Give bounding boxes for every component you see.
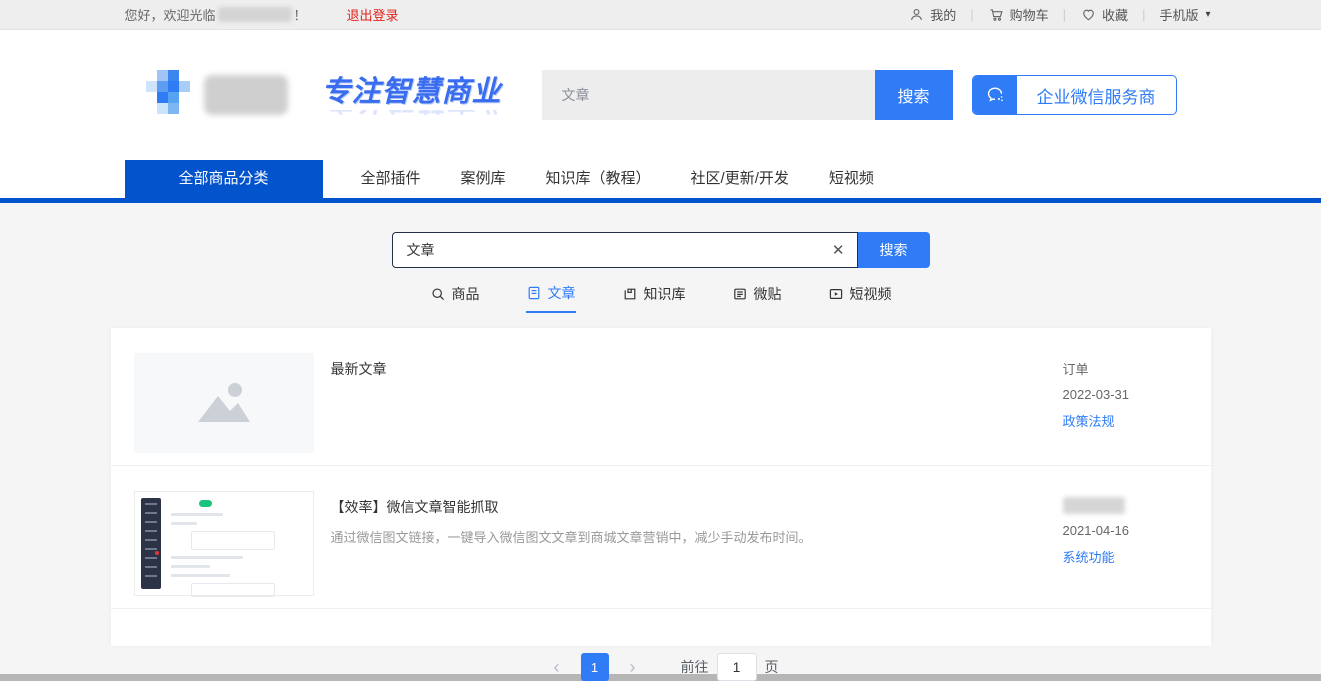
article-icon (526, 285, 542, 301)
tab-label: 微贴 (754, 284, 782, 304)
nav-item-all-categories[interactable]: 全部商品分类 (125, 160, 323, 198)
knowledge-icon (622, 286, 638, 302)
result-title[interactable]: 最新文章 (331, 359, 1043, 379)
result-description: 通过微信图文链接，一键导入微信图文文章到商城文章营销中，减少手动发布时间。 (331, 528, 1043, 548)
clear-icon[interactable]: ✕ (832, 243, 845, 258)
logo-pixel-icon (146, 70, 196, 120)
wecom-chat-icon (973, 75, 1017, 115)
slogan: 专注智慧商业 专注智慧商业 (322, 68, 512, 123)
tab-label: 短视频 (850, 284, 892, 304)
separator: | (1063, 7, 1066, 22)
nav-item-short-video[interactable]: 短视频 (809, 160, 894, 198)
wecom-service-button[interactable]: 企业微信服务商 (972, 75, 1177, 115)
video-icon (828, 286, 844, 302)
thumb-toggle (199, 500, 212, 507)
tab-articles[interactable]: 文章 (526, 282, 576, 313)
result-category-redacted (1063, 497, 1125, 514)
content-search-box: ✕ (392, 232, 858, 268)
username-redacted (218, 7, 292, 22)
main-content: ✕ 搜索 商品 文章 知识库 微贴 (0, 203, 1321, 674)
slogan-text: 专注智慧商业 (322, 76, 502, 108)
result-tag-link[interactable]: 系统功能 (1063, 547, 1188, 566)
result-title[interactable]: 【效率】微信文章智能抓取 (331, 497, 1043, 517)
cart-link[interactable]: 购物车 (988, 5, 1049, 24)
result-thumbnail-placeholder (134, 353, 314, 453)
goto-page-input[interactable] (717, 653, 757, 681)
favorites-label: 收藏 (1102, 5, 1128, 24)
header-search: 搜索 (542, 70, 953, 120)
nav-item-case-library[interactable]: 案例库 (441, 160, 526, 198)
user-icon (908, 6, 925, 23)
tab-products[interactable]: 商品 (430, 282, 480, 313)
nav-item-knowledge-base[interactable]: 知识库（教程） (526, 160, 671, 198)
thumb-badge-dot (155, 551, 159, 555)
nav-item-all-plugins[interactable]: 全部插件 (341, 160, 441, 198)
greeting-suffix: ！ (294, 5, 307, 24)
cart-label: 购物车 (1010, 5, 1049, 24)
tab-label: 商品 (452, 284, 480, 304)
results-card: 最新文章 订单 2022-03-31 政策法规 (111, 328, 1211, 646)
separator: | (970, 7, 973, 22)
content-search-button[interactable]: 搜索 (858, 232, 930, 268)
header-search-input[interactable] (542, 70, 875, 120)
result-category: 订单 (1063, 359, 1188, 378)
thumb-admin-sidebar (141, 498, 161, 589)
next-page-icon[interactable]: › (619, 653, 647, 681)
content-search: ✕ 搜索 (392, 232, 930, 268)
result-row[interactable]: 最新文章 订单 2022-03-31 政策法规 (111, 328, 1211, 466)
image-placeholder-icon (188, 376, 260, 430)
tab-posts[interactable]: 微贴 (732, 282, 782, 313)
tab-short-video[interactable]: 短视频 (828, 282, 892, 313)
result-date: 2022-03-31 (1063, 387, 1188, 402)
tab-label: 知识库 (644, 284, 686, 304)
result-thumbnail-screenshot (134, 491, 314, 596)
mobile-version-menu[interactable]: 手机版 ▾ (1159, 5, 1210, 24)
cart-icon (988, 6, 1005, 23)
prev-page-icon[interactable]: ‹ (543, 653, 571, 681)
result-date: 2021-04-16 (1063, 523, 1188, 538)
my-account-label: 我的 (930, 5, 956, 24)
topbar: 您好，欢迎光临 ！ 退出登录 我的 | 购物 (0, 0, 1321, 30)
post-icon (732, 286, 748, 302)
tab-knowledge[interactable]: 知识库 (622, 282, 686, 313)
my-account-link[interactable]: 我的 (908, 5, 956, 24)
favorites-link[interactable]: 收藏 (1080, 5, 1128, 24)
greeting-text: 您好，欢迎光临 (125, 5, 216, 24)
horizontal-scrollbar[interactable] (0, 674, 1321, 681)
page-unit-label: 页 (765, 657, 779, 677)
page-number-current[interactable]: 1 (581, 653, 609, 681)
main-nav: 全部商品分类 全部插件 案例库 知识库（教程） 社区/更新/开发 短视频 (0, 160, 1321, 198)
mobile-version-label: 手机版 (1159, 5, 1198, 24)
chevron-down-icon: ▾ (1205, 9, 1210, 20)
result-type-tabs: 商品 文章 知识库 微贴 短视频 (0, 282, 1321, 313)
separator: | (1142, 7, 1145, 22)
logout-link[interactable]: 退出登录 (347, 5, 399, 24)
result-row[interactable]: 【效率】微信文章智能抓取 通过微信图文链接，一键导入微信图文文章到商城文章营销中… (111, 466, 1211, 609)
goto-label: 前往 (681, 657, 709, 677)
logo-text-redacted (204, 75, 288, 115)
site-logo[interactable] (146, 70, 306, 120)
header-search-button[interactable]: 搜索 (875, 70, 953, 120)
thumb-admin-form (161, 492, 313, 595)
result-tag-link[interactable]: 政策法规 (1063, 411, 1188, 430)
content-search-input[interactable] (407, 242, 832, 258)
heart-icon (1080, 6, 1097, 23)
wecom-service-label: 企业微信服务商 (1017, 83, 1176, 108)
search-icon (430, 286, 446, 302)
nav-item-community[interactable]: 社区/更新/开发 (671, 160, 809, 198)
site-header: 专注智慧商业 专注智慧商业 搜索 企业微信服务商 (0, 30, 1321, 160)
tab-label: 文章 (548, 283, 576, 303)
slogan-reflection: 专注智慧商业 (322, 110, 512, 123)
